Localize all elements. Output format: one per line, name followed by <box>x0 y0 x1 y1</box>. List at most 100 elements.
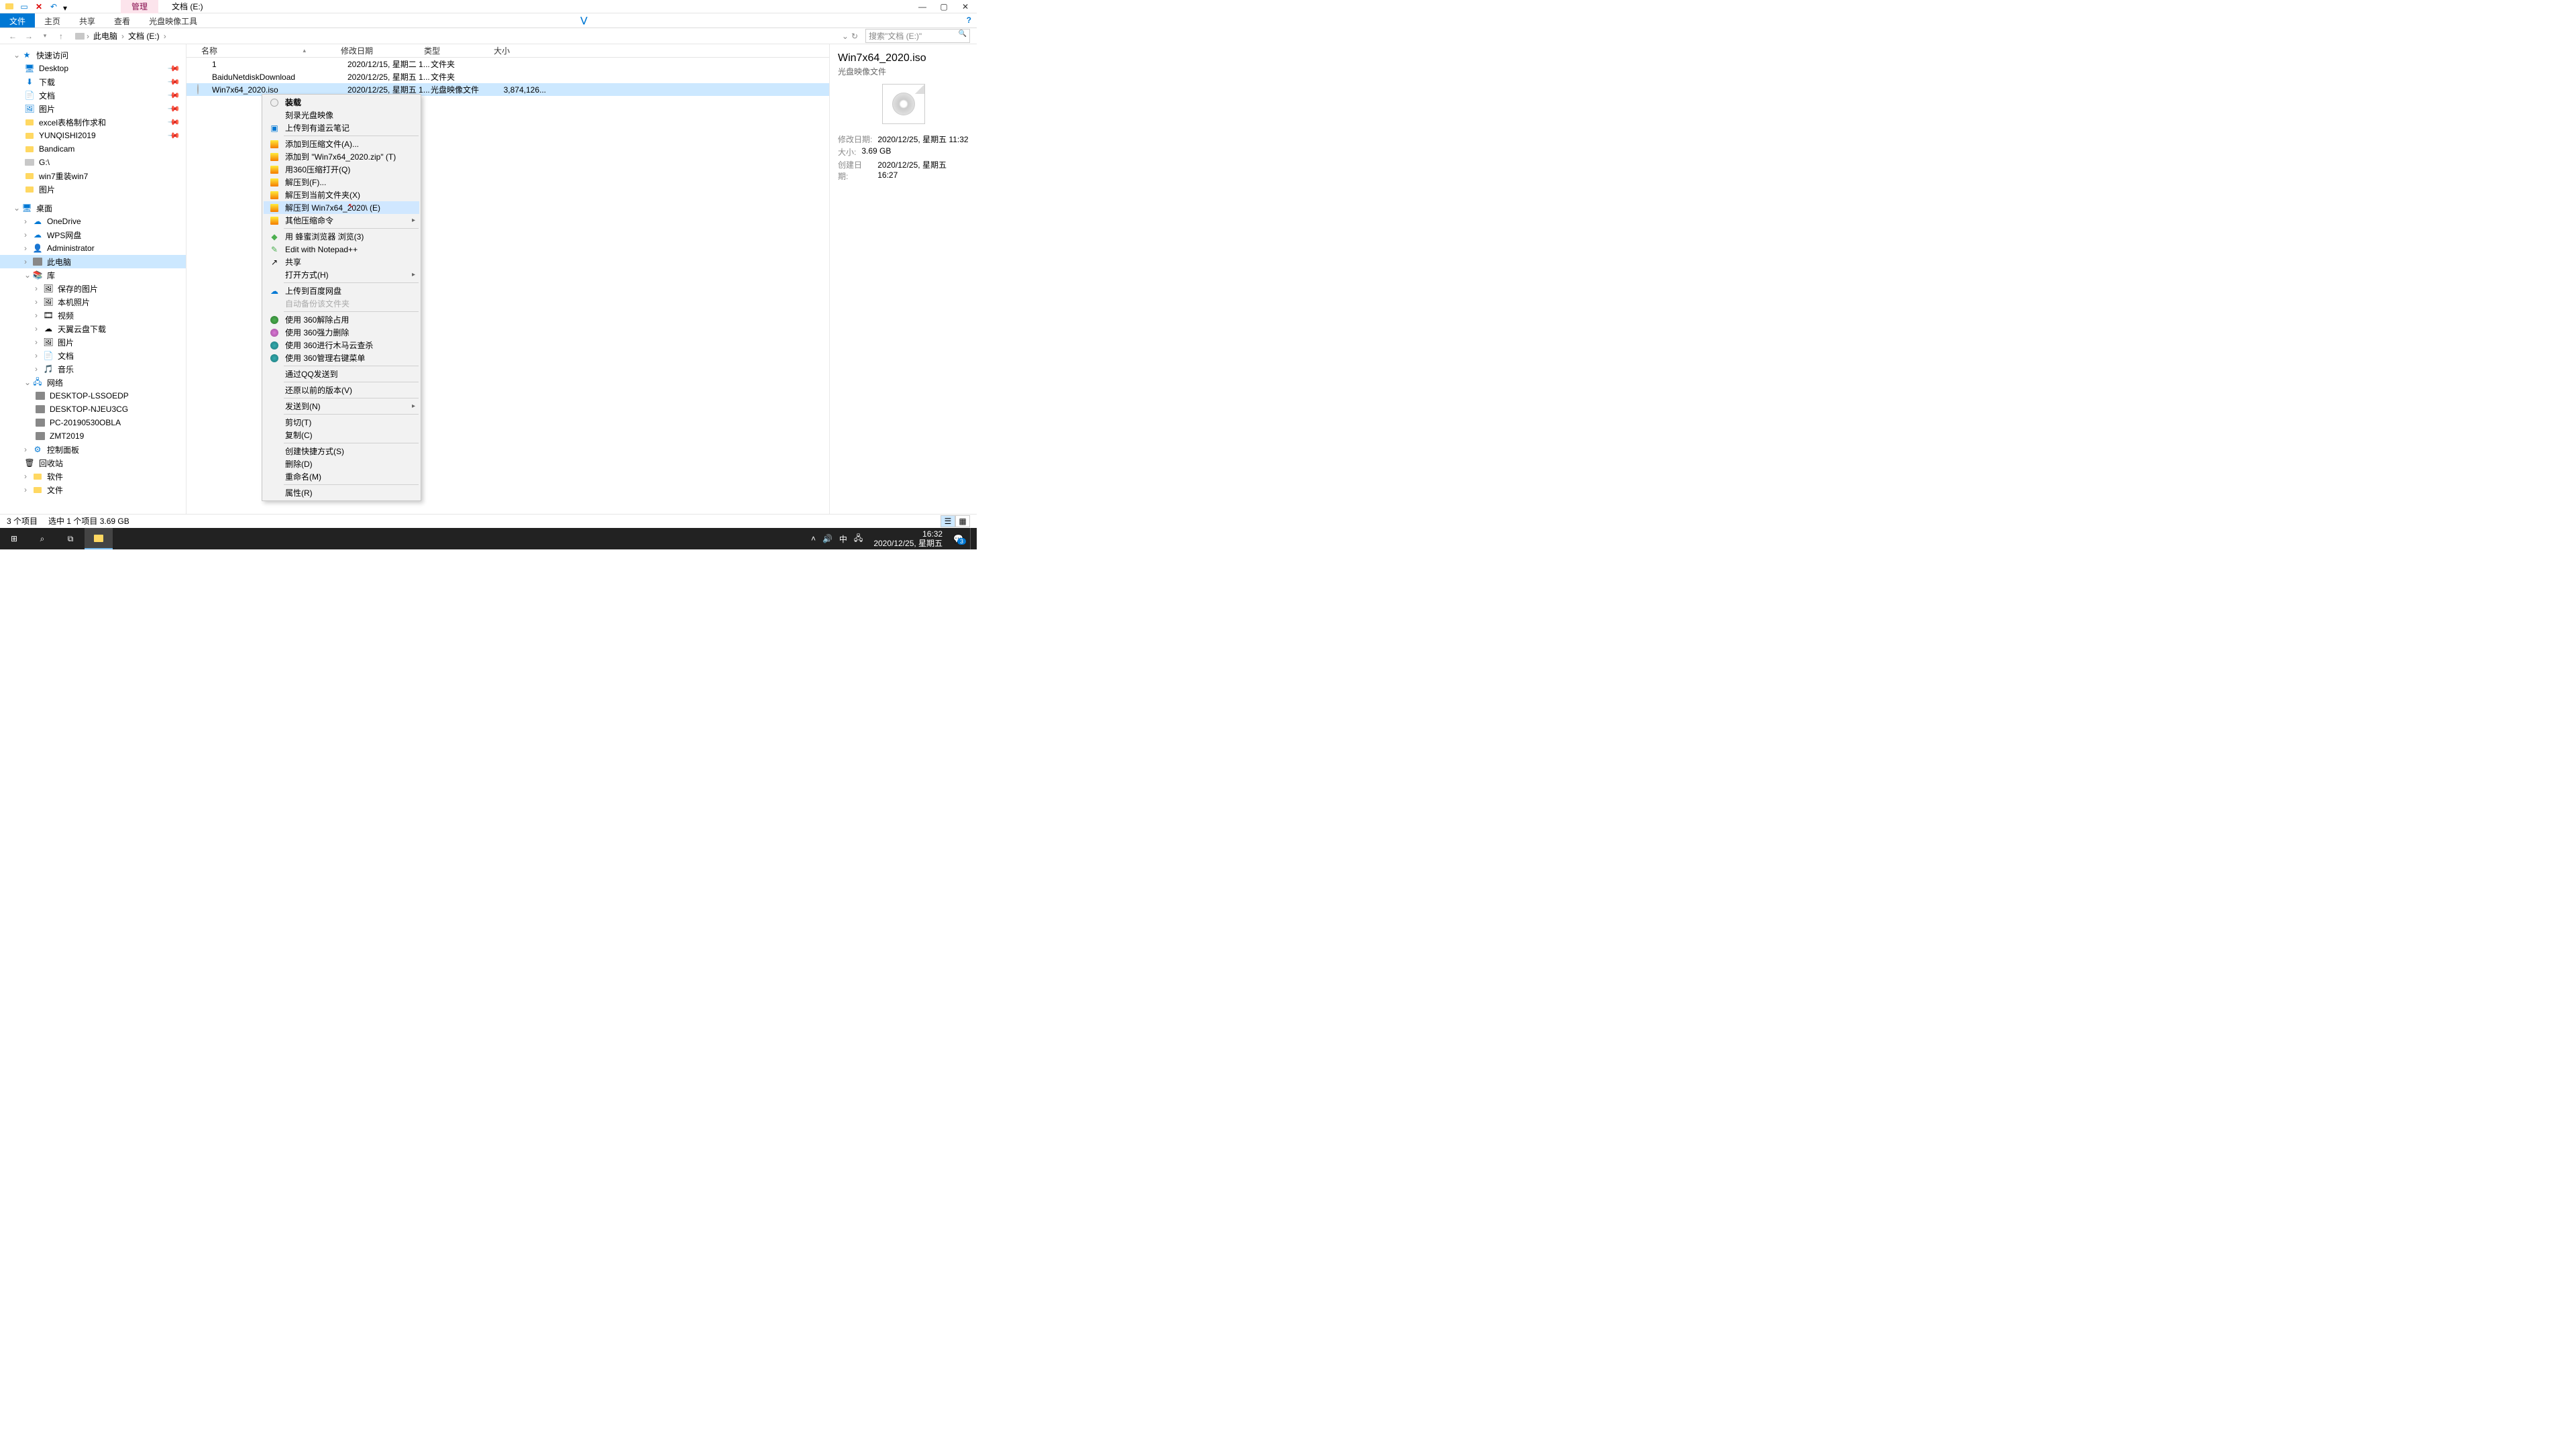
ime-indicator[interactable]: 中 <box>839 533 847 545</box>
ctx-restore[interactable]: 还原以前的版本(V) <box>264 384 419 396</box>
tree-music[interactable]: ›🎵音乐 <box>0 362 186 376</box>
close-button[interactable]: ✕ <box>959 2 971 11</box>
chevron-right-icon[interactable]: › <box>87 32 89 41</box>
tab-view[interactable]: 查看 <box>105 13 140 28</box>
volume-icon[interactable]: 🔊 <box>822 534 833 543</box>
ctx-notepad[interactable]: ✎Edit with Notepad++ <box>264 243 419 256</box>
ctx-copy[interactable]: 复制(C) <box>264 429 419 441</box>
tree-network[interactable]: ⌄🖧网络 <box>0 376 186 389</box>
ctx-360-unlock[interactable]: 使用 360解除占用 <box>264 313 419 326</box>
minimize-button[interactable]: — <box>916 2 928 11</box>
column-type[interactable]: 类型 <box>420 44 490 57</box>
column-date[interactable]: 修改日期 <box>337 44 420 57</box>
tree-software[interactable]: ›软件 <box>0 470 186 483</box>
search-button[interactable]: ⌕ <box>28 528 56 549</box>
ctx-other-compress[interactable]: 其他压缩命令▸ <box>264 214 419 227</box>
chevron-right-icon[interactable]: › <box>164 32 166 41</box>
help-icon[interactable]: ? <box>961 13 977 28</box>
ctx-rename[interactable]: 重命名(M) <box>264 470 419 483</box>
tree-videos[interactable]: ›🎞视频 <box>0 309 186 322</box>
ctx-youdao[interactable]: ▣上传到有道云笔记 <box>264 121 419 134</box>
tree-desktop-root[interactable]: ⌄🖥桌面 <box>0 201 186 215</box>
column-size[interactable]: 大小 <box>490 44 535 57</box>
tree-excel[interactable]: excel表格制作求和📌 <box>0 115 186 129</box>
ctx-360-menu[interactable]: 使用 360管理右键菜单 <box>264 352 419 364</box>
up-button[interactable]: ↑ <box>55 30 67 42</box>
ctx-baidu-upload[interactable]: ☁上传到百度网盘 <box>264 284 419 297</box>
tree-thispc[interactable]: ›此电脑 <box>0 255 186 268</box>
tree-bandicam[interactable]: Bandicam <box>0 142 186 156</box>
tree-onedrive[interactable]: ›☁OneDrive <box>0 215 186 228</box>
tree-quick-access[interactable]: ⌄★快速访问 <box>0 48 186 62</box>
tree-tianyi[interactable]: ›☁天翼云盘下载 <box>0 322 186 335</box>
tree-admin[interactable]: ›👤Administrator <box>0 241 186 255</box>
ctx-360-trojan[interactable]: 使用 360进行木马云查杀 <box>264 339 419 352</box>
maximize-button[interactable]: ▢ <box>938 2 950 11</box>
tree-pc2[interactable]: DESKTOP-NJEU3CG <box>0 402 186 416</box>
history-dropdown-icon[interactable]: ▾ <box>39 30 51 42</box>
chevron-right-icon[interactable]: › <box>121 32 124 41</box>
tab-disc-tools[interactable]: 光盘映像工具 <box>140 13 207 28</box>
tree-downloads[interactable]: ⬇下载📌 <box>0 75 186 89</box>
address-dropdown-icon[interactable]: ⌄ <box>842 32 849 41</box>
tree-gdrive[interactable]: G:\ <box>0 156 186 169</box>
tree-pictures3[interactable]: ›🖼图片 <box>0 335 186 349</box>
tree-libraries[interactable]: ⌄📚库 <box>0 268 186 282</box>
ctx-add-zip[interactable]: 添加到 "Win7x64_2020.zip" (T) <box>264 150 419 163</box>
tree-documents[interactable]: 📄文档📌 <box>0 89 186 102</box>
ctx-qq-send[interactable]: 通过QQ发送到 <box>264 368 419 380</box>
tree-pictures[interactable]: 🖼图片📌 <box>0 102 186 115</box>
ctx-extract-f[interactable]: 解压到(F)... <box>264 176 419 189</box>
ctx-add-archive[interactable]: 添加到压缩文件(A)... <box>264 138 419 150</box>
tree-pc3[interactable]: PC-20190530OBLA <box>0 416 186 429</box>
ribbon-expand-icon[interactable]: ⋁ <box>575 13 592 28</box>
network-icon[interactable]: 🖧 <box>854 532 863 546</box>
tree-recycle[interactable]: 🗑回收站 <box>0 456 186 470</box>
start-button[interactable]: ⊞ <box>0 528 28 549</box>
ctx-fengmi[interactable]: ◆用 蜂蜜浏览器 浏览(3) <box>264 230 419 243</box>
ctx-shortcut[interactable]: 创建快捷方式(S) <box>264 445 419 458</box>
notifications-button[interactable]: 💬3 <box>953 534 963 543</box>
tree-yunqishi[interactable]: YUNQISHI2019📌 <box>0 129 186 142</box>
tab-share[interactable]: 共享 <box>70 13 105 28</box>
tree-pc4[interactable]: ZMT2019 <box>0 429 186 443</box>
ctx-360-force-delete[interactable]: 使用 360强力删除 <box>264 326 419 339</box>
forward-button[interactable]: → <box>23 30 35 42</box>
file-row[interactable]: BaiduNetdiskDownload 2020/12/25, 星期五 1..… <box>186 70 829 83</box>
ctx-cut[interactable]: 剪切(T) <box>264 416 419 429</box>
ctx-burn[interactable]: 刻录光盘映像 <box>264 109 419 121</box>
tree-desktop[interactable]: 🖥Desktop📌 <box>0 62 186 75</box>
clock[interactable]: 16:32 2020/12/25, 星期五 <box>869 529 947 548</box>
tab-home[interactable]: 主页 <box>35 13 70 28</box>
qat-properties-icon[interactable]: ▭ <box>19 1 30 12</box>
breadcrumb-drive[interactable]: 文档 (E:) <box>125 30 162 42</box>
tree-pictures2[interactable]: 图片 <box>0 182 186 196</box>
view-details-button[interactable]: ☰ <box>941 515 955 527</box>
breadcrumb-thispc[interactable]: 此电脑 <box>91 30 120 42</box>
show-desktop-button[interactable] <box>970 528 974 549</box>
tab-file[interactable]: 文件 <box>0 13 35 28</box>
ctx-delete[interactable]: 删除(D) <box>264 458 419 470</box>
ctx-open-with[interactable]: 打开方式(H)▸ <box>264 268 419 281</box>
ctx-properties[interactable]: 属性(R) <box>264 486 419 499</box>
tree-pc1[interactable]: DESKTOP-LSSOEDP <box>0 389 186 402</box>
contextual-tab-manage[interactable]: 管理 <box>121 0 158 13</box>
search-input[interactable]: 搜索"文档 (E:)" <box>865 29 970 43</box>
tree-docs[interactable]: ›📄文档 <box>0 349 186 362</box>
ctx-share[interactable]: ↗共享 <box>264 256 419 268</box>
view-thumbnails-button[interactable]: ▦ <box>955 515 970 527</box>
refresh-icon[interactable]: ↻ <box>851 32 858 41</box>
ctx-open-360[interactable]: 用360压缩打开(Q) <box>264 163 419 176</box>
ctx-send-to[interactable]: 发送到(N)▸ <box>264 400 419 413</box>
qat-undo-icon[interactable]: ↶ <box>48 1 59 12</box>
qat-dropdown-icon[interactable]: ▾ <box>63 3 70 10</box>
file-row[interactable]: 1 2020/12/15, 星期二 1... 文件夹 <box>186 58 829 70</box>
explorer-taskbar-button[interactable] <box>85 528 113 549</box>
tree-files[interactable]: ›文件 <box>0 483 186 496</box>
tree-saved-pics[interactable]: ›🖼保存的图片 <box>0 282 186 295</box>
qat-delete-icon[interactable]: ✕ <box>34 1 44 12</box>
task-view-button[interactable]: ⧉ <box>56 528 85 549</box>
tray-expand-icon[interactable]: ˄ <box>811 534 816 543</box>
column-name[interactable]: 名称▴ <box>197 44 337 57</box>
ctx-extract-here[interactable]: 解压到当前文件夹(X) <box>264 189 419 201</box>
